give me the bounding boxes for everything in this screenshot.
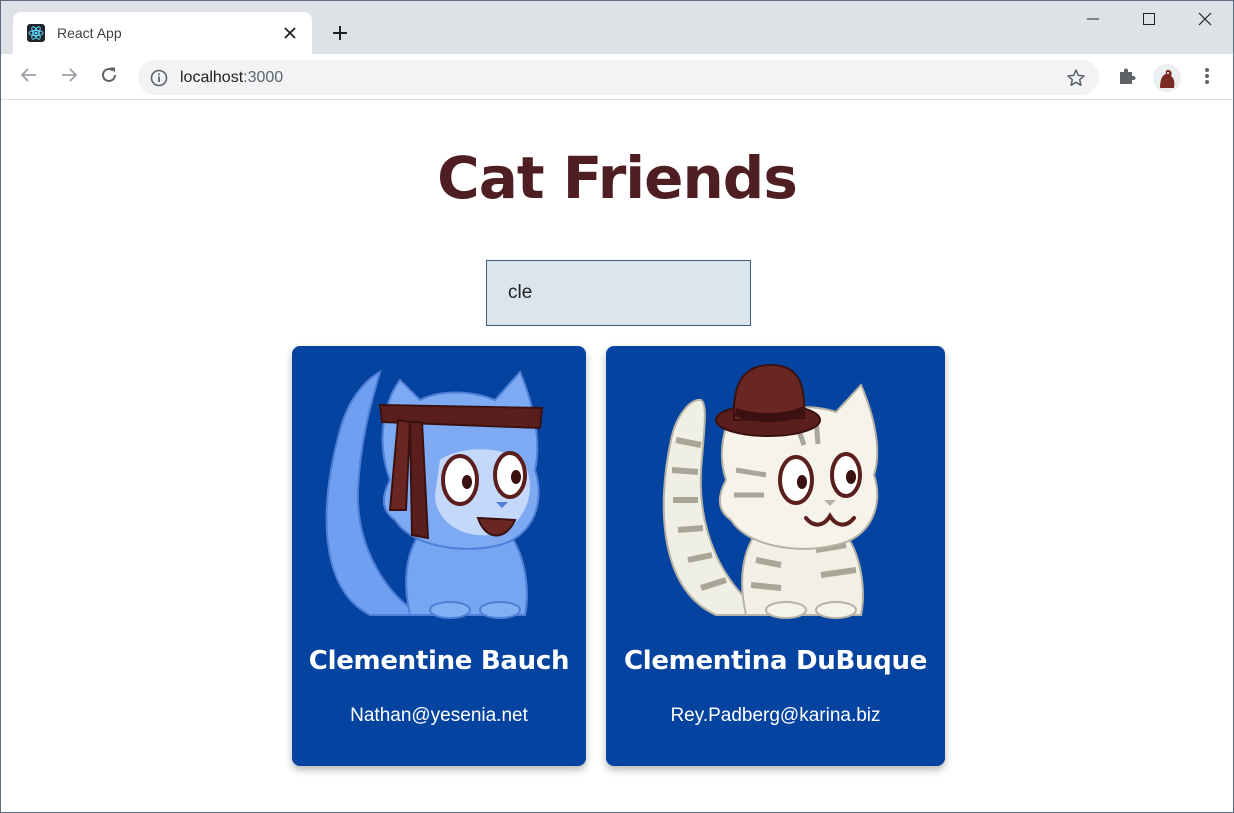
window-close-icon [1198, 12, 1212, 31]
search-input[interactable] [486, 260, 751, 326]
browser-window: React App localhost:3000 Cat Friends cle… [0, 0, 1234, 813]
star-icon[interactable] [1065, 67, 1087, 89]
forward-arrow-icon [60, 66, 78, 89]
robot-image [646, 360, 906, 620]
tab-strip: React App [1, 1, 1233, 54]
url-port: :3000 [243, 69, 284, 86]
address-bar[interactable]: localhost:3000 [138, 60, 1099, 95]
back-arrow-icon [20, 66, 38, 89]
window-close-button[interactable] [1177, 1, 1233, 41]
reload-icon [100, 66, 118, 89]
profile-avatar[interactable] [1153, 64, 1181, 92]
robot-email: Nathan@yesenia.net [350, 705, 528, 726]
forward-button[interactable] [54, 62, 84, 92]
robot-card[interactable]: Clementina DuBuque Rey.Padberg@karina.bi… [606, 346, 945, 766]
plus-icon [332, 25, 348, 46]
maximize-button[interactable] [1121, 1, 1177, 41]
minimize-button[interactable] [1065, 1, 1121, 41]
kebab-menu-icon [1204, 67, 1210, 90]
new-tab-button[interactable] [327, 22, 353, 48]
robot-name: Clementina DuBuque [623, 646, 928, 676]
back-button[interactable] [14, 62, 44, 92]
extensions-button[interactable] [1114, 65, 1140, 91]
browser-toolbar: localhost:3000 [1, 54, 1233, 100]
tab-title: React App [57, 25, 122, 41]
robot-card[interactable]: Clementine Bauch Nathan@yesenia.net [292, 346, 586, 766]
address-url: localhost:3000 [180, 68, 283, 88]
minimize-icon [1087, 12, 1099, 30]
react-logo-icon [27, 24, 45, 42]
close-icon[interactable] [280, 23, 300, 43]
page-title: Cat Friends [437, 144, 798, 212]
page-content: Cat Friends cle Clementine Bauch Nathan@… [1, 101, 1233, 812]
url-host: localhost [180, 69, 244, 86]
browser-menu-button[interactable] [1194, 65, 1220, 91]
reload-button[interactable] [94, 62, 124, 92]
robot-image [310, 360, 570, 620]
robot-name: Clementine Bauch [308, 646, 570, 676]
robot-email: Rey.Padberg@karina.biz [670, 705, 881, 726]
puzzle-icon [1117, 66, 1137, 91]
maximize-icon [1143, 12, 1155, 30]
browser-tab[interactable]: React App [13, 12, 312, 54]
info-icon[interactable] [150, 69, 168, 87]
